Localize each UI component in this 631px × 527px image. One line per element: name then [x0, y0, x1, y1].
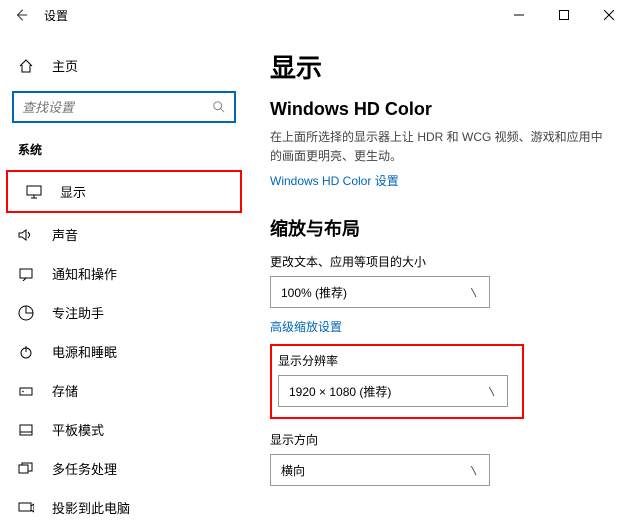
- close-button[interactable]: [586, 0, 631, 30]
- sidebar-item-notifications[interactable]: 通知和操作: [0, 254, 248, 293]
- orientation-value: 横向: [281, 462, 305, 479]
- sidebar-item-label: 平板模式: [52, 420, 104, 439]
- hd-desc: 在上面所选择的显示器上让 HDR 和 WCG 视频、游戏和应用中的画面更明亮、更…: [270, 128, 613, 166]
- page-title: 显示: [270, 48, 613, 85]
- chevron-down-icon: 〵: [487, 384, 497, 399]
- sidebar: 主页 系统 显示 声音 通知和操作 专注助手: [0, 30, 248, 500]
- sidebar-item-sound[interactable]: 声音: [0, 215, 248, 254]
- chevron-down-icon: 〵: [469, 463, 479, 478]
- scale-value: 100% (推荐): [281, 284, 347, 301]
- scale-label: 更改文本、应用等项目的大小: [270, 253, 613, 270]
- resolution-value: 1920 × 1080 (推荐): [289, 383, 391, 400]
- sidebar-item-project[interactable]: 投影到此电脑: [0, 488, 248, 527]
- sidebar-item-tablet[interactable]: 平板模式: [0, 410, 248, 449]
- sidebar-item-label: 存储: [52, 381, 78, 400]
- resolution-label: 显示分辨率: [278, 352, 514, 369]
- storage-icon: [18, 384, 36, 398]
- hd-color-link[interactable]: Windows HD Color 设置: [270, 172, 613, 189]
- sidebar-item-label: 多任务处理: [52, 459, 117, 478]
- sidebar-item-label: 声音: [52, 225, 78, 244]
- hd-color-heading: Windows HD Color: [270, 99, 613, 120]
- minimize-button[interactable]: [496, 0, 541, 30]
- window-title: 设置: [44, 7, 68, 24]
- back-icon[interactable]: [14, 8, 34, 22]
- sound-icon: [18, 228, 36, 242]
- search-icon: [212, 100, 226, 114]
- home-button[interactable]: 主页: [0, 48, 248, 83]
- sidebar-item-label: 电源和睡眠: [52, 342, 117, 361]
- sidebar-item-focus[interactable]: 专注助手: [0, 293, 248, 332]
- resolution-dropdown[interactable]: 1920 × 1080 (推荐) 〵: [278, 375, 508, 407]
- search-field[interactable]: [22, 100, 212, 115]
- notification-icon: [18, 267, 36, 281]
- adv-scale-link[interactable]: 高级缩放设置: [270, 318, 342, 335]
- tablet-icon: [18, 423, 36, 437]
- sidebar-item-label: 投影到此电脑: [52, 498, 130, 517]
- scale-dropdown[interactable]: 100% (推荐) 〵: [270, 276, 490, 308]
- sidebar-item-power[interactable]: 电源和睡眠: [0, 332, 248, 371]
- search-input[interactable]: [12, 91, 236, 123]
- sidebar-item-label: 显示: [60, 182, 86, 201]
- home-icon: [18, 58, 36, 74]
- multitask-icon: [18, 462, 36, 476]
- main-content: 显示 Windows HD Color 在上面所选择的显示器上让 HDR 和 W…: [248, 30, 631, 500]
- scale-heading: 缩放与布局: [270, 215, 613, 241]
- display-icon: [26, 185, 44, 199]
- home-label: 主页: [52, 56, 78, 75]
- sidebar-item-display[interactable]: 显示: [8, 172, 240, 211]
- project-icon: [18, 501, 36, 515]
- power-icon: [18, 344, 36, 360]
- sidebar-item-label: 专注助手: [52, 303, 104, 322]
- orientation-dropdown[interactable]: 横向 〵: [270, 454, 490, 486]
- maximize-button[interactable]: [541, 0, 586, 30]
- sidebar-item-storage[interactable]: 存储: [0, 371, 248, 410]
- chevron-down-icon: 〵: [469, 285, 479, 300]
- orientation-label: 显示方向: [270, 431, 613, 448]
- section-label: 系统: [0, 141, 248, 158]
- sidebar-item-multitask[interactable]: 多任务处理: [0, 449, 248, 488]
- focus-icon: [18, 305, 36, 321]
- sidebar-item-label: 通知和操作: [52, 264, 117, 283]
